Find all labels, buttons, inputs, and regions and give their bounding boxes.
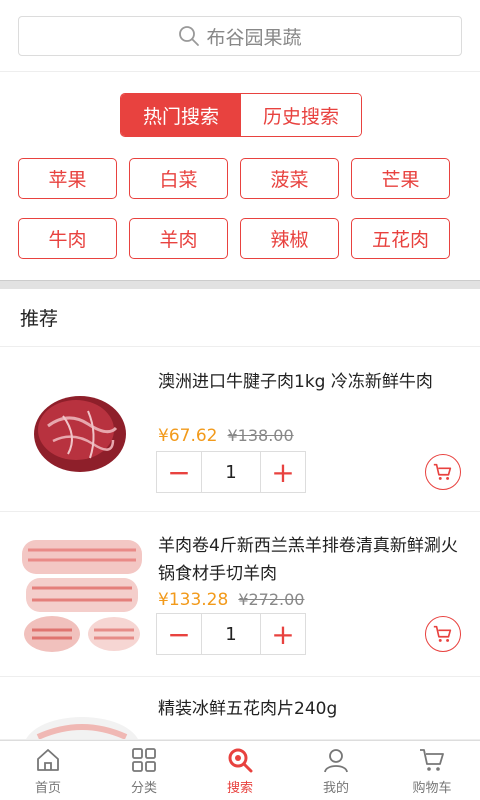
tab-history-search[interactable]: 历史搜索 [241, 94, 361, 136]
search-placeholder: 布谷园果蔬 [206, 26, 302, 49]
product-price: ¥67.62 [158, 426, 218, 446]
search-tabs: 热门搜索 历史搜索 [120, 93, 362, 137]
product-name: 羊肉卷4斤新西兰羔羊排卷清真新鲜涮火锅食材手切羊肉 [158, 536, 458, 584]
product-name: 精装冰鲜五花肉片240g [158, 699, 338, 719]
nav-cart-label: 购物车 [412, 780, 452, 796]
increase-button[interactable]: + [261, 614, 305, 654]
keyword-tag[interactable]: 牛肉 [18, 218, 117, 259]
cart-icon [433, 625, 452, 642]
product-original-price: ¥272.00 [238, 590, 305, 609]
product-item[interactable]: 精装冰鲜五花肉片240g [0, 677, 480, 740]
nav-cart[interactable]: 购物车 [384, 741, 480, 800]
keyword-tag[interactable]: 羊肉 [129, 218, 228, 259]
nav-search-label: 搜索 [226, 780, 253, 796]
add-to-cart-button[interactable] [425, 616, 461, 652]
search-input[interactable]: 布谷园果蔬 [18, 16, 462, 56]
grid-icon [132, 747, 156, 772]
product-original-price: ¥138.00 [227, 426, 294, 445]
user-icon [324, 748, 348, 772]
section-divider [0, 280, 480, 289]
quantity-stepper: − 1 + [156, 451, 306, 493]
product-image [18, 707, 146, 739]
search-header: 布谷园果蔬 [0, 0, 480, 72]
quantity-value[interactable]: 1 [201, 452, 261, 492]
recommend-title: 推荐 [0, 289, 480, 347]
product-name: 澳洲进口牛腱子肉1kg 冷冻新鲜牛肉 [158, 372, 433, 392]
keyword-tag[interactable]: 菠菜 [240, 158, 339, 199]
quantity-value[interactable]: 1 [201, 614, 261, 654]
keyword-tag[interactable]: 五花肉 [351, 218, 450, 259]
product-image [18, 530, 146, 658]
nav-search[interactable]: 搜索 [192, 741, 288, 800]
add-to-cart-button[interactable] [425, 454, 461, 490]
hot-keyword-list: 苹果 白菜 菠菜 芒果 牛肉 羊肉 辣椒 五花肉 [18, 158, 462, 259]
cart-icon [433, 463, 452, 480]
product-item[interactable]: 羊肉卷4斤新西兰羔羊排卷清真新鲜涮火锅食材手切羊肉 ¥133.28 ¥272.0… [0, 512, 480, 677]
keyword-tag[interactable]: 苹果 [18, 158, 117, 199]
product-price: ¥133.28 [158, 590, 229, 610]
nav-profile-label: 我的 [322, 780, 349, 796]
tab-hot-search[interactable]: 热门搜索 [121, 94, 241, 136]
nav-category[interactable]: 分类 [96, 741, 192, 800]
keyword-tag[interactable]: 芒果 [351, 158, 450, 199]
product-item[interactable]: 澳洲进口牛腱子肉1kg 冷冻新鲜牛肉 ¥67.62 ¥138.00 − 1 + [0, 348, 480, 512]
nav-home-label: 首页 [34, 780, 61, 796]
nav-category-label: 分类 [130, 780, 157, 796]
product-image [18, 366, 146, 494]
decrease-button[interactable]: − [157, 452, 201, 492]
nav-profile[interactable]: 我的 [288, 741, 384, 800]
keyword-tag[interactable]: 辣椒 [240, 218, 339, 259]
search-icon [179, 26, 200, 46]
increase-button[interactable]: + [261, 452, 305, 492]
cart-icon [420, 748, 444, 771]
quantity-stepper: − 1 + [156, 613, 306, 655]
keyword-tag[interactable]: 白菜 [129, 158, 228, 199]
bottom-navigation: 首页 分类 搜索 我的 购物车 [0, 740, 480, 800]
product-prices: ¥133.28 ¥272.00 [158, 590, 304, 610]
product-prices: ¥67.62 ¥138.00 [158, 426, 294, 446]
search-icon [228, 748, 253, 772]
nav-home[interactable]: 首页 [0, 741, 96, 800]
decrease-button[interactable]: − [157, 614, 201, 654]
home-icon [37, 748, 59, 771]
